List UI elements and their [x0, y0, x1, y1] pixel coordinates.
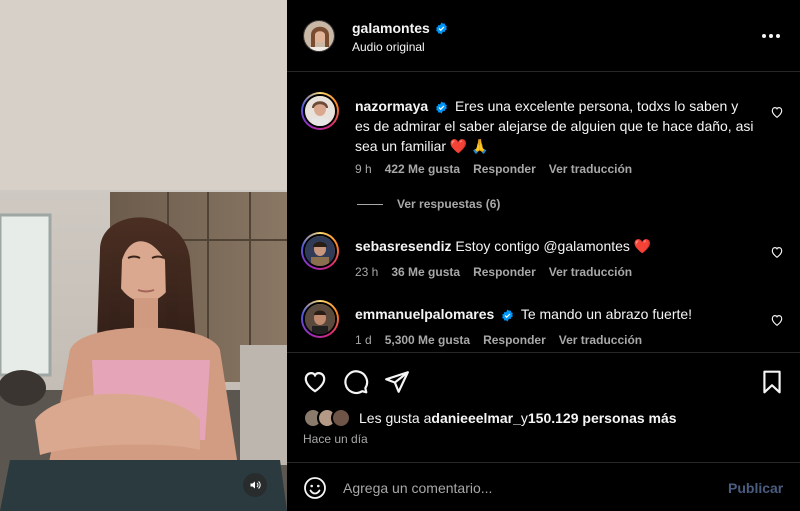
- comment-likes[interactable]: 422 Me gusta: [385, 162, 460, 176]
- commenter-avatar[interactable]: [301, 232, 339, 270]
- emoji-icon[interactable]: [303, 476, 327, 500]
- bookmark-icon: [763, 370, 781, 394]
- comment-age: 1 d: [355, 333, 372, 347]
- speaker-icon: [250, 481, 261, 489]
- save-button[interactable]: [759, 369, 785, 395]
- author-avatar-image: [304, 21, 334, 51]
- comment-username[interactable]: sebasresendiz: [355, 238, 452, 254]
- audio-toggle-button[interactable]: [243, 473, 267, 497]
- heart-icon[interactable]: [770, 245, 784, 259]
- translate-button[interactable]: Ver traducción: [549, 265, 632, 279]
- post-panel: galamontes Audio original nazormaya Eres…: [287, 0, 800, 511]
- verified-icon: [436, 101, 447, 114]
- audio-link[interactable]: Audio original: [352, 40, 425, 54]
- post-header: galamontes Audio original: [287, 0, 800, 72]
- comment-composer: Publicar: [287, 462, 800, 511]
- action-bar: [287, 352, 800, 410]
- commenter-avatar-image: [305, 304, 335, 334]
- comment-meta: 1 d 5,300 Me gusta Responder Ver traducc…: [355, 333, 642, 347]
- translate-button[interactable]: Ver traducción: [559, 333, 642, 347]
- view-replies-label: Ver respuestas (6): [397, 197, 501, 211]
- reply-button[interactable]: Responder: [473, 265, 536, 279]
- likes-count[interactable]: 150.129 personas más: [528, 410, 677, 426]
- verified-icon: [436, 22, 447, 34]
- post-timestamp[interactable]: Hace un día: [303, 432, 368, 446]
- comment-text: Estoy contigo @galamontes ❤️: [455, 238, 652, 254]
- replies-divider: [357, 203, 383, 205]
- liker-avatars[interactable]: [303, 408, 351, 428]
- translate-button[interactable]: Ver traducción: [549, 162, 632, 176]
- likes-prefix: Les gusta a: [359, 410, 432, 426]
- author-username-link[interactable]: galamontes: [352, 20, 448, 36]
- video-frame-illustration: [0, 0, 287, 511]
- comment-age: 9 h: [355, 162, 372, 176]
- publish-button[interactable]: Publicar: [728, 480, 783, 496]
- commenter-avatar-image: [305, 236, 335, 266]
- reply-button[interactable]: Responder: [473, 162, 536, 176]
- likes-summary: Les gusta a danieeelmar_ y 150.129 perso…: [303, 408, 677, 428]
- comment-button[interactable]: [343, 369, 369, 395]
- verified-icon: [502, 309, 513, 322]
- more-icon: [762, 34, 766, 38]
- comment-text: Te mando un abrazo fuerte!: [520, 306, 693, 322]
- comment-likes[interactable]: 5,300 Me gusta: [385, 333, 470, 347]
- view-replies-button[interactable]: Ver respuestas (6): [357, 197, 500, 211]
- comment-age: 23 h: [355, 265, 379, 279]
- share-icon: [385, 371, 409, 393]
- more-options-button[interactable]: [759, 26, 783, 46]
- comment-input[interactable]: [343, 475, 703, 501]
- comment-body: nazormaya Eres una excelente persona, to…: [355, 96, 755, 156]
- comment-likes[interactable]: 36 Me gusta: [391, 265, 460, 279]
- author-username: galamontes: [352, 20, 430, 36]
- comment-body: emmanuelpalomares Te mando un abrazo fue…: [355, 304, 755, 324]
- liker-username[interactable]: danieeelmar_: [431, 410, 521, 426]
- post-video[interactable]: [0, 0, 287, 511]
- comment-meta: 9 h 422 Me gusta Responder Ver traducció…: [355, 162, 632, 176]
- comment-meta: 23 h 36 Me gusta Responder Ver traducció…: [355, 265, 632, 279]
- author-avatar[interactable]: [303, 20, 335, 52]
- like-button[interactable]: [302, 369, 328, 395]
- commenter-avatar-image: [305, 96, 335, 126]
- liker-avatar: [331, 408, 351, 428]
- likes-middle: y: [520, 410, 528, 426]
- commenter-avatar[interactable]: [301, 92, 339, 130]
- comment-username[interactable]: nazormaya: [355, 98, 428, 114]
- reply-button[interactable]: Responder: [483, 333, 546, 347]
- heart-icon[interactable]: [770, 105, 784, 119]
- heart-icon: [304, 372, 326, 393]
- comment-icon: [344, 370, 369, 395]
- comment-body: sebasresendiz Estoy contigo @galamontes …: [355, 236, 755, 256]
- heart-icon[interactable]: [770, 313, 784, 327]
- share-button[interactable]: [384, 369, 410, 395]
- comment-username[interactable]: emmanuelpalomares: [355, 306, 494, 322]
- commenter-avatar[interactable]: [301, 300, 339, 338]
